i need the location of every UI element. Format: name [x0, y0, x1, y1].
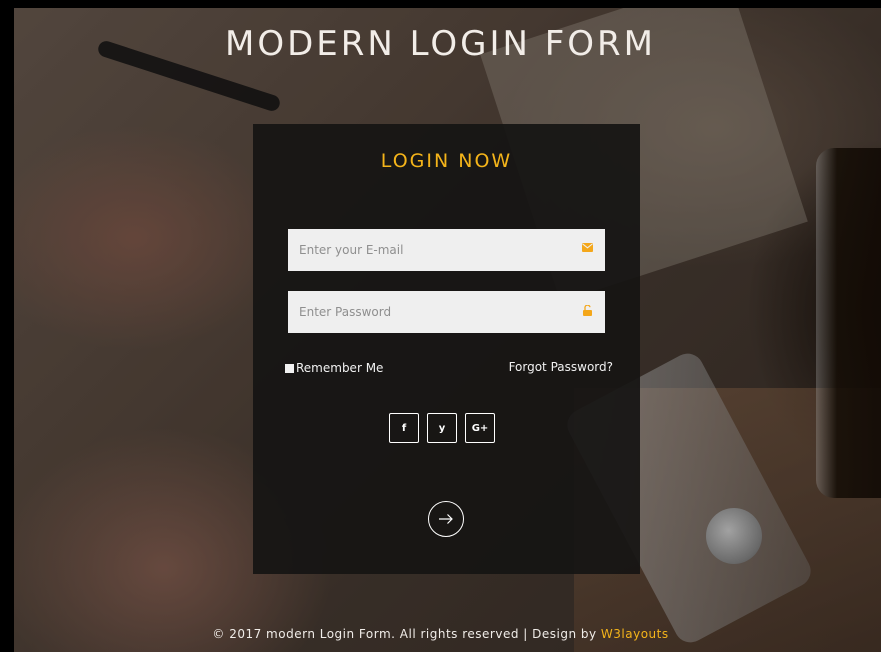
submit-button[interactable]	[428, 501, 464, 537]
left-border-strip	[0, 440, 14, 652]
envelope-icon-svg	[581, 243, 593, 252]
twitter-button[interactable]: y	[427, 413, 457, 443]
google-plus-icon: G+	[471, 422, 489, 434]
facebook-button[interactable]: f	[389, 413, 419, 443]
email-input[interactable]	[288, 229, 568, 271]
facebook-icon: f	[401, 422, 407, 434]
password-input[interactable]	[288, 291, 568, 333]
login-card: LOGIN NOW Remember Me Forgot Password? f…	[253, 124, 640, 574]
google-plus-button[interactable]: G+	[465, 413, 495, 443]
checkbox-box[interactable]	[285, 363, 294, 373]
arrow-right-icon	[439, 514, 453, 524]
remember-me-label: Remember Me	[296, 361, 384, 375]
footer-text: © 2017 modern Login Form. All rights res…	[212, 627, 601, 641]
social-login-group: f y G+	[389, 413, 495, 443]
email-field[interactable]	[288, 229, 605, 271]
footer: © 2017 modern Login Form. All rights res…	[0, 627, 881, 641]
twitter-icon: y	[438, 422, 446, 434]
login-heading: LOGIN NOW	[380, 150, 513, 172]
lock-icon-svg	[582, 304, 592, 316]
forgot-password-link[interactable]: Forgot Password?	[509, 360, 613, 374]
lock-icon	[581, 304, 593, 317]
envelope-icon	[581, 243, 593, 255]
remember-me-checkbox[interactable]: Remember Me	[285, 361, 383, 375]
footer-brand-link[interactable]: W3layouts	[601, 627, 669, 641]
page-title: MODERN LOGIN FORM	[224, 24, 656, 64]
password-field[interactable]	[288, 291, 605, 333]
